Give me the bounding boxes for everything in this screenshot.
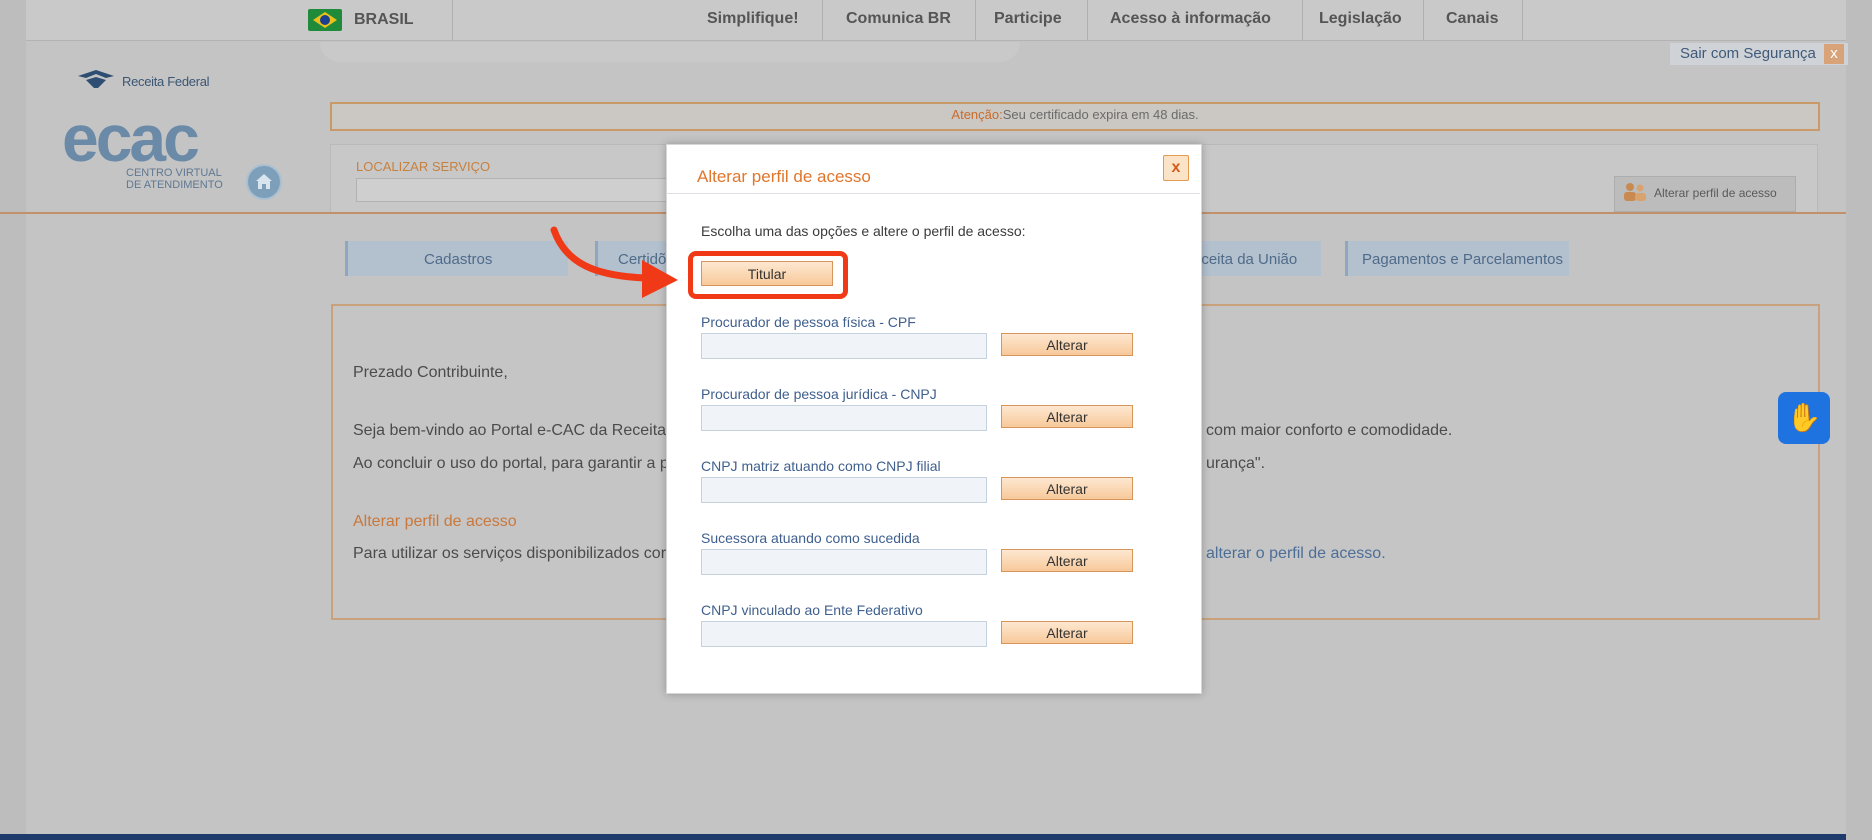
change-profile-button-label: Alterar perfil de acesso (1654, 186, 1777, 200)
footer-bar (0, 834, 1846, 840)
option-label-cpf: Procurador de pessoa física - CPF (701, 314, 916, 330)
gov-country-link[interactable]: BRASIL (354, 11, 414, 29)
alterar-cnpj-button[interactable]: Alterar (1001, 405, 1133, 428)
greeting-text: Prezado Contribuinte, (353, 364, 508, 381)
dialog-divider (666, 193, 1200, 194)
users-icon (1624, 183, 1646, 201)
logout-advice-right: urança". (1206, 455, 1266, 472)
option-label-ente-federativo: CNPJ vinculado ao Ente Federativo (701, 602, 923, 618)
cpf-input[interactable] (701, 333, 987, 359)
logo-subtitle-line2: DE ATENDIMENTO (126, 179, 223, 191)
welcome-text-right: com maior conforto e comodidade. (1206, 422, 1453, 439)
tab-pagamentos-label: Pagamentos e Parcelamentos (1362, 251, 1563, 268)
curved-arrow-icon (550, 226, 678, 298)
gov-separator (452, 0, 453, 40)
close-icon[interactable]: x (1163, 155, 1189, 181)
ecac-logo[interactable]: ecac (62, 105, 200, 171)
alterar-filial-button[interactable]: Alterar (1001, 477, 1133, 500)
alert-message: Seu certificado expira em 48 dias. (1002, 107, 1199, 122)
welcome-text-left: Seja bem-vindo ao Portal e-CAC da Receit… (353, 422, 667, 439)
gov-nav-acesso-informacao[interactable]: Acesso à informação (1110, 10, 1271, 28)
section-title-change-profile: Alterar perfil de acesso (353, 513, 517, 530)
header-tab-shape (320, 42, 1020, 62)
gov-nav-comunica[interactable]: Comunica BR (846, 10, 951, 28)
logout-link[interactable]: Sair com Segurança (1680, 45, 1816, 62)
gov-separator (1087, 0, 1088, 40)
option-label-cnpj: Procurador de pessoa jurídica - CNPJ (701, 386, 937, 402)
gov-separator (822, 0, 823, 40)
tab-cadastros-label: Cadastros (424, 251, 493, 268)
alterar-ente-federativo-button[interactable]: Alterar (1001, 621, 1133, 644)
receita-federal-logo-icon (78, 70, 114, 88)
home-icon[interactable] (246, 164, 282, 200)
sign-language-icon[interactable]: ✋ (1778, 392, 1830, 444)
alterar-cpf-button[interactable]: Alterar (1001, 333, 1133, 356)
certificate-alert-text: Atenção:Seu certificado expira em 48 dia… (330, 107, 1820, 122)
alert-label: Atenção: (951, 107, 1003, 122)
gov-separator (1423, 0, 1424, 40)
ente-federativo-input[interactable] (701, 621, 987, 647)
service-search-input[interactable] (356, 178, 676, 202)
gov-separator (975, 0, 976, 40)
alterar-sucessora-button[interactable]: Alterar (1001, 549, 1133, 572)
highlight-box (688, 251, 848, 299)
sucessora-input[interactable] (701, 549, 987, 575)
logout-advice-left: Ao concluir o uso do portal, para garant… (353, 455, 669, 472)
gov-nav-simplifique[interactable]: Simplifique! (707, 10, 799, 28)
change-profile-link[interactable]: alterar o perfil de acesso. (1206, 545, 1386, 563)
logout-close-icon[interactable]: x (1824, 44, 1844, 64)
filial-input[interactable] (701, 477, 987, 503)
gov-nav-participe[interactable]: Participe (994, 10, 1062, 28)
service-search-label: LOCALIZAR SERVIÇO (356, 159, 491, 174)
cnpj-input[interactable] (701, 405, 987, 431)
logo-subtitle-line1: CENTRO VIRTUAL (126, 167, 222, 179)
org-name: Receita Federal (122, 74, 210, 89)
gov-separator (1302, 0, 1303, 40)
option-label-filial: CNPJ matriz atuando como CNPJ filial (701, 458, 941, 474)
gov-nav-legislacao[interactable]: Legislação (1319, 10, 1402, 28)
logo-subtitle: CENTRO VIRTUAL DE ATENDIMENTO (126, 167, 223, 191)
brazil-flag-icon[interactable] (308, 9, 342, 31)
tab-divida-ativa-label: eceita da União (1193, 251, 1298, 268)
gov-separator (1522, 0, 1523, 40)
option-label-sucessora: Sucessora atuando como sucedida (701, 530, 920, 546)
gov-nav-canais[interactable]: Canais (1446, 10, 1498, 28)
change-profile-text-left: Para utilizar os serviços disponibilizad… (353, 545, 667, 562)
dialog-title: Alterar perfil de acesso (697, 167, 871, 186)
dialog-instructions: Escolha uma das opções e altere o perfil… (701, 223, 1026, 239)
